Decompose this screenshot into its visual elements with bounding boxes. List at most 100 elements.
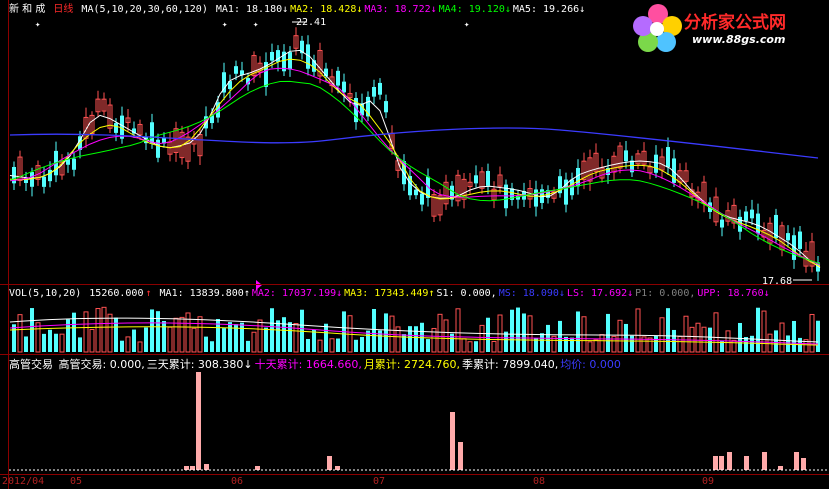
volume-bar-down [30, 308, 34, 352]
ma-value-item: MA3: 18.722↓ [364, 4, 437, 15]
candle-down [378, 82, 382, 95]
candle-down [486, 170, 490, 186]
volume-bar-down [414, 326, 418, 352]
volume-bar-up [17, 314, 23, 353]
volume-bar-down [156, 311, 160, 352]
volume-bar-down [558, 320, 562, 352]
exec-trade-bar [713, 456, 718, 470]
volume-bar-up [197, 316, 203, 353]
volume-bar-down [774, 330, 778, 352]
candle-down [420, 193, 424, 205]
volume-bar-down [282, 317, 286, 352]
candle-down [624, 150, 628, 162]
volume-bar-down [162, 320, 166, 352]
volume-bar-down [666, 308, 670, 352]
volume-indicator-item: MA3: 17343.449↑ [344, 288, 435, 299]
chart-canvas[interactable]: ✦ ✦ ✦ ✦ [0, 0, 829, 489]
volume-bar-down [738, 322, 742, 352]
volume-bar-up [731, 339, 737, 353]
volume-bar-down [816, 320, 820, 352]
candle-down [48, 169, 52, 182]
logo-url: www.88gs.com [692, 33, 786, 46]
ma2-line [9, 58, 821, 268]
volume-bar-up [677, 336, 683, 353]
volume-bar-down [474, 341, 478, 352]
volume-bar-up [89, 328, 95, 353]
signal-marker: ✦ [464, 20, 470, 30]
exec-trade-bar [727, 452, 732, 470]
volume-bar-up [95, 308, 101, 353]
ma4-line [9, 80, 821, 265]
volume-bar-down [606, 313, 610, 352]
volume-bar-down [210, 341, 214, 352]
volume-value: 15260.000 [89, 288, 144, 299]
panel-separator-volume-exec [0, 354, 829, 355]
volume-bar-down [12, 324, 16, 352]
candle-down [270, 51, 274, 61]
volume-bar-down [246, 340, 250, 352]
volume-bar-down [360, 336, 364, 352]
exec-trade-bar [458, 442, 463, 470]
volume-bar-down [228, 322, 232, 352]
site-logo[interactable]: 分析家公式网 www.88gs.com [622, 0, 829, 56]
volume-bar-down [486, 317, 490, 352]
volume-bar-down [564, 336, 568, 352]
volume-bar-down [516, 307, 520, 352]
volume-bar-down [312, 329, 316, 352]
exec-stat-item: 季累计: 7899.040, [462, 358, 559, 371]
signal-marker: ✦ [222, 20, 228, 30]
volume-arrow: ↑ [145, 288, 152, 299]
volume-params: VOL(5,10,20) [9, 288, 82, 299]
x-label-08: 08 [533, 476, 546, 487]
volume-bar-down [276, 320, 280, 352]
volume-bar-up [101, 306, 107, 353]
volume-indicator-item: MA1: 13839.800↑ [159, 288, 250, 299]
candle-down [666, 147, 670, 168]
candle-down [372, 86, 376, 97]
exec-stat-item: 高管交易: 0.000, [58, 358, 145, 371]
candle-down [384, 101, 388, 113]
exec-trade-bar [204, 464, 209, 470]
exec-stat-item: 三天累计: 308.380↓ [146, 358, 253, 371]
ma-params: MA(5,10,20,30,60,120) [81, 4, 208, 15]
volume-bar-up [167, 326, 173, 353]
exec-trade-bar [190, 466, 195, 470]
period-label[interactable]: 日线 [53, 4, 73, 15]
volume-bar-up [695, 322, 701, 353]
volume-bar-up [437, 313, 443, 353]
volume-bar-down [54, 333, 58, 352]
left-axis-line [8, 0, 9, 489]
volume-bar-down [120, 340, 124, 352]
volume-bar-up [467, 341, 473, 353]
ma-value-item: MA1: 18.180↓ [215, 4, 289, 15]
volume-bar-down [114, 317, 118, 352]
volume-bar-down [792, 320, 796, 352]
exec-title: 高管交易 [9, 358, 53, 371]
volume-bar-down [42, 333, 46, 352]
candle-down [414, 189, 418, 196]
x-label-09: 09 [702, 476, 715, 487]
volume-bar-up [479, 324, 485, 353]
volume-indicator-item: MA2: 17037.199↓ [251, 288, 343, 299]
ma1-line [9, 49, 821, 269]
exec-trade-bar [196, 372, 201, 470]
volume-bar-up [191, 327, 197, 353]
volume-bar-up [257, 319, 263, 353]
volume-bar-up [701, 326, 707, 353]
volume-bar-down [630, 335, 634, 352]
candle-down [234, 66, 238, 74]
volume-bar-up [761, 310, 767, 353]
candle-down [654, 154, 658, 173]
volume-bar-down [570, 337, 574, 352]
volume-bar-down [504, 331, 508, 352]
signal-marker: ✦ [253, 20, 259, 30]
ma6-line [9, 127, 819, 159]
volume-bar-up [107, 313, 113, 353]
exec-trade-bar [762, 452, 767, 470]
volume-bar-up [527, 315, 533, 353]
volume-bar-down [288, 322, 292, 352]
volume-bar-down [78, 337, 82, 352]
panel-separator-axis [0, 474, 829, 475]
candle-down [798, 231, 802, 249]
exec-trade-bar [719, 456, 724, 470]
